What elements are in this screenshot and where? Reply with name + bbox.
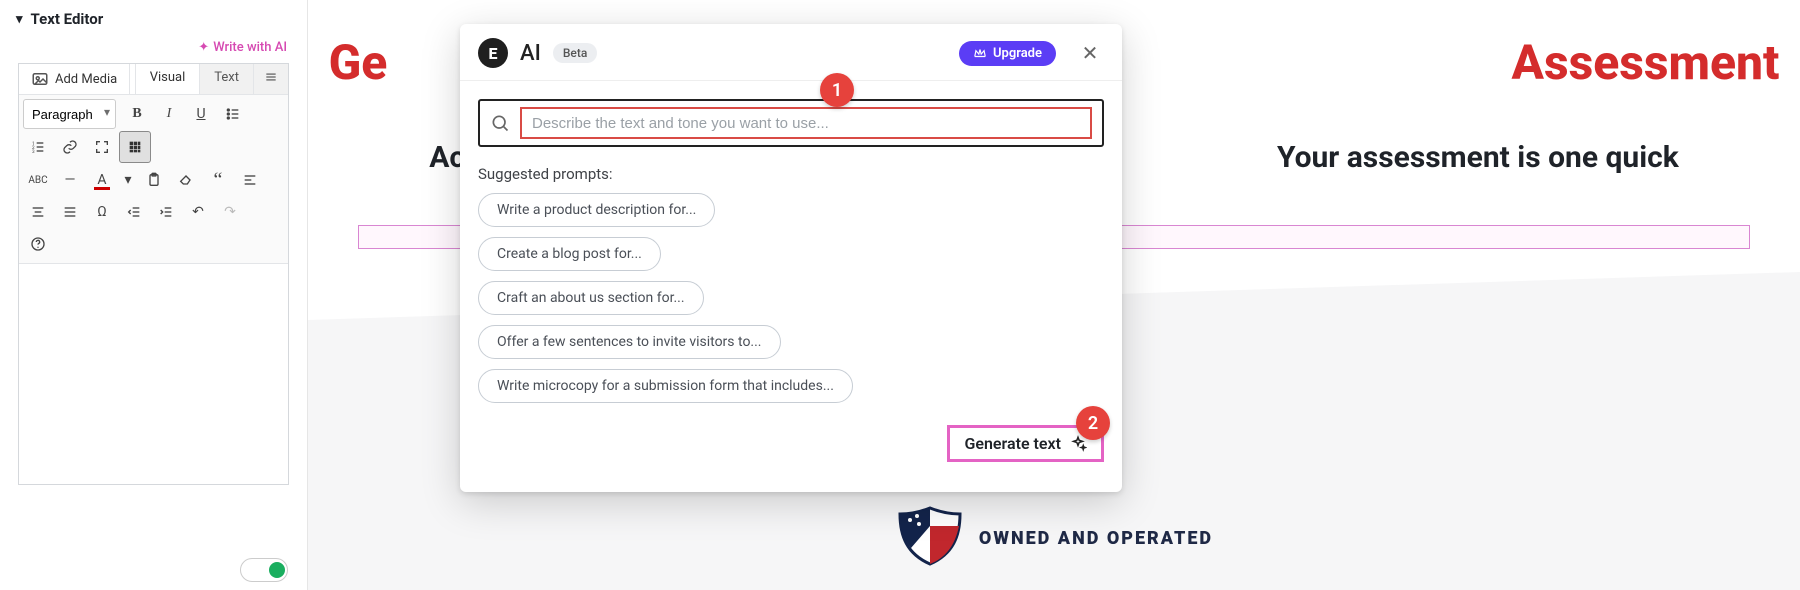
sidebar-title: Text Editor xyxy=(31,10,104,28)
align-justify-icon xyxy=(62,204,78,220)
align-center-button[interactable] xyxy=(23,197,53,227)
bullet-list-button[interactable] xyxy=(218,99,248,129)
bullet-list-icon xyxy=(225,106,241,122)
align-button[interactable] xyxy=(235,165,265,195)
suggested-prompt-chip[interactable]: Craft an about us section for... xyxy=(478,281,704,315)
grid-icon xyxy=(127,139,143,155)
editor-mode-tabs: Visual Text xyxy=(135,64,288,94)
toolbar-toggle-button[interactable] xyxy=(119,131,151,163)
ai-modal: E AI Beta Upgrade ✕ Suggested prompts: W… xyxy=(460,24,1122,492)
numbered-list-button[interactable]: 123 xyxy=(23,132,53,162)
tab-text[interactable]: Text xyxy=(199,64,253,94)
paragraph-select[interactable]: Paragraph xyxy=(23,99,116,129)
headline-left: Ge xyxy=(329,34,388,91)
formatting-toolbar: Paragraph B I U 123 xyxy=(19,95,288,264)
sidebar-header[interactable]: ▾ Text Editor xyxy=(0,0,307,34)
sparkle-icon: ✦ xyxy=(198,40,209,55)
add-media-label: Add Media xyxy=(55,72,117,87)
tab-more[interactable] xyxy=(253,64,288,94)
suggested-prompts-list: Write a product description for... Creat… xyxy=(478,193,1104,403)
prompt-input-highlight xyxy=(520,107,1092,139)
suggested-prompt-chip[interactable]: Create a blog post for... xyxy=(478,237,661,271)
ai-modal-header: E AI Beta Upgrade ✕ xyxy=(460,24,1122,81)
suggested-prompt-chip[interactable]: Write a product description for... xyxy=(478,193,715,227)
suggested-prompt-chip[interactable]: Write microcopy for a submission form th… xyxy=(478,369,853,403)
align-center-icon xyxy=(30,204,46,220)
special-char-button[interactable]: Ω xyxy=(87,197,117,227)
text-color-dropdown[interactable]: ▾ xyxy=(119,165,137,195)
caret-down-icon: ▾ xyxy=(16,12,23,27)
expand-icon xyxy=(94,139,110,155)
blockquote-button[interactable]: “ xyxy=(203,165,233,195)
help-icon xyxy=(30,236,46,252)
annotation-step-1: 1 xyxy=(820,73,854,107)
underline-button[interactable]: U xyxy=(186,99,216,129)
clipboard-icon xyxy=(146,172,162,188)
align-justify-button[interactable] xyxy=(55,197,85,227)
footer-logo: OWNED AND OPERATED xyxy=(308,506,1800,570)
help-button[interactable] xyxy=(23,229,53,259)
outdent-button[interactable] xyxy=(119,197,149,227)
outdent-icon xyxy=(126,204,142,220)
owned-operated-text: OWNED AND OPERATED xyxy=(979,528,1213,549)
numbered-list-icon: 123 xyxy=(30,139,46,155)
svg-text:3: 3 xyxy=(32,149,35,155)
tab-visual[interactable]: Visual xyxy=(135,64,200,94)
indent-button[interactable] xyxy=(151,197,181,227)
generate-text-label: Generate text xyxy=(964,434,1061,453)
upgrade-label: Upgrade xyxy=(993,46,1042,61)
fullscreen-button[interactable] xyxy=(87,132,117,162)
indent-icon xyxy=(158,204,174,220)
suggested-prompt-chip[interactable]: Offer a few sentences to invite visitors… xyxy=(478,325,781,359)
annotation-step-2: 2 xyxy=(1076,406,1110,440)
text-color-button[interactable]: A xyxy=(87,165,117,195)
status-toggle[interactable] xyxy=(240,558,288,582)
italic-button[interactable]: I xyxy=(154,99,184,129)
toggle-dot-icon xyxy=(269,562,285,578)
horizontal-rule-button[interactable]: — xyxy=(55,165,85,195)
hamburger-icon xyxy=(264,70,278,84)
search-icon xyxy=(490,113,510,133)
link-icon xyxy=(62,139,78,155)
suggested-prompts-label: Suggested prompts: xyxy=(478,165,1104,183)
paste-button[interactable] xyxy=(139,165,169,195)
close-button[interactable]: ✕ xyxy=(1076,39,1104,67)
align-left-icon xyxy=(242,172,258,188)
upgrade-button[interactable]: Upgrade xyxy=(959,41,1056,66)
bold-button[interactable]: B xyxy=(122,99,152,129)
link-button[interactable] xyxy=(55,132,85,162)
redo-button[interactable]: ↷ xyxy=(215,197,245,227)
prompt-input-row xyxy=(478,99,1104,147)
panel-top-bar: Add Media Visual Text xyxy=(19,64,288,95)
headline-right: Assessment Now xyxy=(1006,34,1779,148)
write-with-ai-link[interactable]: ✦ Write with AI xyxy=(0,34,307,63)
subhead-right: Your assessment is one quick xyxy=(1277,140,1679,175)
shield-flag-icon xyxy=(895,506,965,570)
eraser-icon xyxy=(178,172,194,188)
media-icon xyxy=(31,70,49,88)
editor-sidebar: ▾ Text Editor ✦ Write with AI Add Media V… xyxy=(0,0,308,590)
elementor-logo-icon: E xyxy=(478,38,508,68)
ai-modal-title: AI xyxy=(520,41,541,66)
undo-button[interactable]: ↶ xyxy=(183,197,213,227)
crown-icon xyxy=(973,46,987,60)
add-media-button[interactable]: Add Media xyxy=(19,64,130,94)
prompt-input[interactable] xyxy=(530,114,1086,133)
rich-text-panel: Add Media Visual Text Paragraph B I U xyxy=(18,63,289,485)
write-with-ai-label: Write with AI xyxy=(213,40,287,55)
clear-formatting-button[interactable] xyxy=(171,165,201,195)
strikethrough-button[interactable]: ABC xyxy=(23,165,53,195)
beta-badge: Beta xyxy=(553,43,597,63)
